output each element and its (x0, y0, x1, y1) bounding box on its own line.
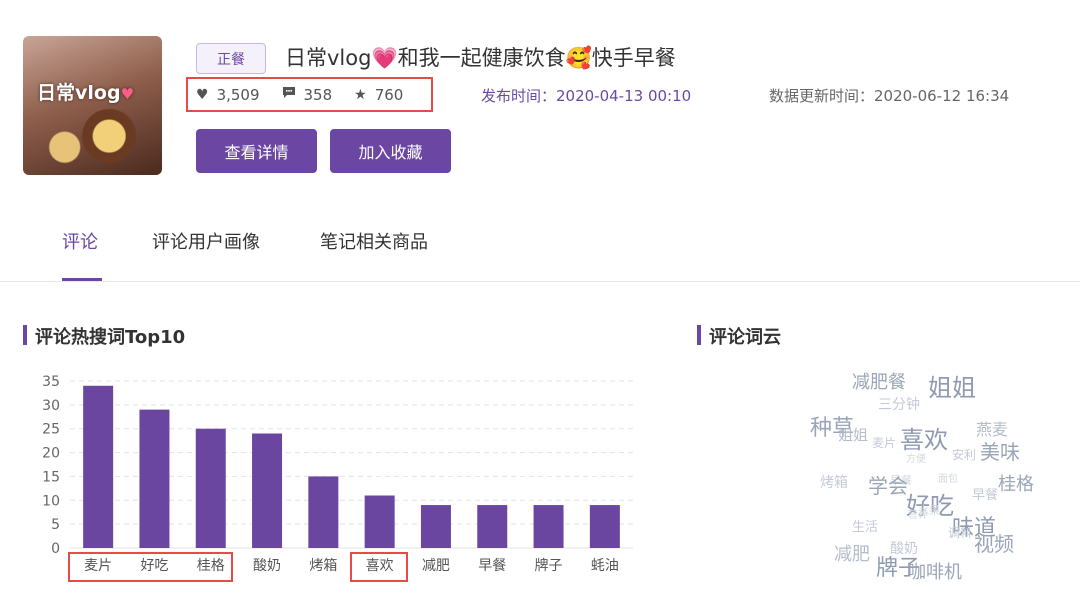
tab-commenter-profile[interactable]: 评论用户画像 (152, 228, 260, 254)
tab-bar: 评论 评论用户画像 笔记相关商品 (0, 218, 1080, 282)
x-tick-label: 酸奶 (253, 558, 281, 574)
thumbnail-caption: 日常vlog♥ (37, 82, 135, 104)
word-cloud-term: 麦片 (872, 436, 897, 450)
likes-count: 3,509 (216, 85, 260, 104)
highlight-box-top3 (68, 552, 233, 582)
word-cloud: 减肥餐 姐姐 三分钟 种草 姐姐 麦片 喜欢 燕麦 美味 方便 安利 桂格 烤箱 早餐 学会 好吃 营养 面包 早餐… (780, 360, 1080, 600)
word-cloud-term: 三分钟 (878, 397, 920, 413)
comments-count: 358 (303, 85, 333, 104)
word-cloud-term: 减肥餐 (852, 372, 906, 393)
y-tick-label: 20 (42, 446, 60, 462)
word-cloud-term: 水果 (918, 504, 940, 517)
bar-喜欢 (364, 495, 395, 548)
post-thumbnail[interactable]: 日常vlog♥ (23, 36, 162, 175)
y-tick-label: 10 (42, 493, 60, 509)
post-title: 日常vlog💗和我一起健康饮食🥰快手早餐 (285, 46, 676, 70)
add-to-favorites-button[interactable]: 加入收藏 (330, 129, 451, 173)
x-tick-label: 早餐 (478, 558, 506, 574)
x-tick-label: 牌子 (535, 557, 563, 574)
favorites-stat: ★ 760 (354, 86, 403, 104)
highlight-box-like (350, 552, 408, 582)
word-cloud-term: 姐姐 (928, 374, 976, 402)
tab-comments[interactable]: 评论 (62, 228, 98, 254)
bar-桂格 (195, 428, 226, 548)
bar-好吃 (139, 409, 170, 548)
bar-减肥 (420, 505, 451, 548)
comments-stat: 358 (282, 85, 333, 104)
x-tick-label: 蚝油 (591, 558, 619, 574)
word-cloud-term: 咖啡机 (908, 562, 962, 583)
data-update-time: 数据更新时间：2020-06-12 16:34 (769, 87, 1010, 105)
word-cloud-term: 早餐 (972, 488, 999, 503)
heart-sticker-icon: ♥ (120, 85, 135, 103)
y-tick-label: 25 (42, 422, 60, 438)
y-tick-label: 35 (42, 374, 60, 390)
likes-stat: ♥ 3,509 (196, 86, 260, 104)
star-icon: ★ (354, 86, 367, 103)
bar-烤箱 (308, 476, 339, 548)
y-tick-label: 30 (42, 398, 60, 414)
active-tab-indicator (62, 278, 102, 281)
category-tag: 正餐 (196, 43, 266, 74)
word-cloud-term: 视频 (974, 532, 1014, 556)
y-tick-label: 5 (51, 517, 60, 533)
word-cloud-term: 姐姐 (838, 426, 869, 444)
tab-related-products[interactable]: 笔记相关商品 (320, 228, 428, 254)
bar-早餐 (477, 505, 508, 548)
publish-time: 发布时间：2020-04-13 00:10 (481, 87, 692, 105)
word-cloud-term: 面包 (938, 474, 958, 485)
bar-牌子 (533, 505, 564, 548)
hot-words-title: 评论热搜词Top10 (23, 323, 185, 349)
word-cloud-term: 烤箱 (820, 475, 848, 491)
word-cloud-term: 桂格 (998, 474, 1034, 495)
x-tick-label: 减肥 (422, 558, 450, 574)
word-cloud-term: 学会 (868, 474, 908, 498)
word-cloud-title: 评论词云 (697, 323, 781, 349)
x-tick-label: 烤箱 (309, 558, 337, 574)
bar-麦片 (83, 385, 114, 548)
bar-酸奶 (252, 433, 283, 548)
word-cloud-term: 安利 (952, 448, 977, 462)
comment-icon (282, 86, 296, 103)
view-details-button[interactable]: 查看详情 (196, 129, 317, 173)
word-cloud-term: 生活 (852, 520, 879, 535)
bar-蚝油 (589, 505, 620, 548)
heart-icon: ♥ (196, 86, 209, 103)
stats-bar: ♥ 3,509 358 ★ 760 (186, 77, 433, 112)
y-tick-label: 0 (51, 541, 60, 557)
favorites-count: 760 (374, 85, 404, 104)
y-tick-label: 15 (42, 469, 60, 485)
word-cloud-term: 方便 (906, 454, 926, 465)
word-cloud-term: 调料 (948, 526, 973, 540)
word-cloud-term: 减肥 (834, 544, 870, 565)
word-cloud-term: 美味 (980, 440, 1020, 464)
